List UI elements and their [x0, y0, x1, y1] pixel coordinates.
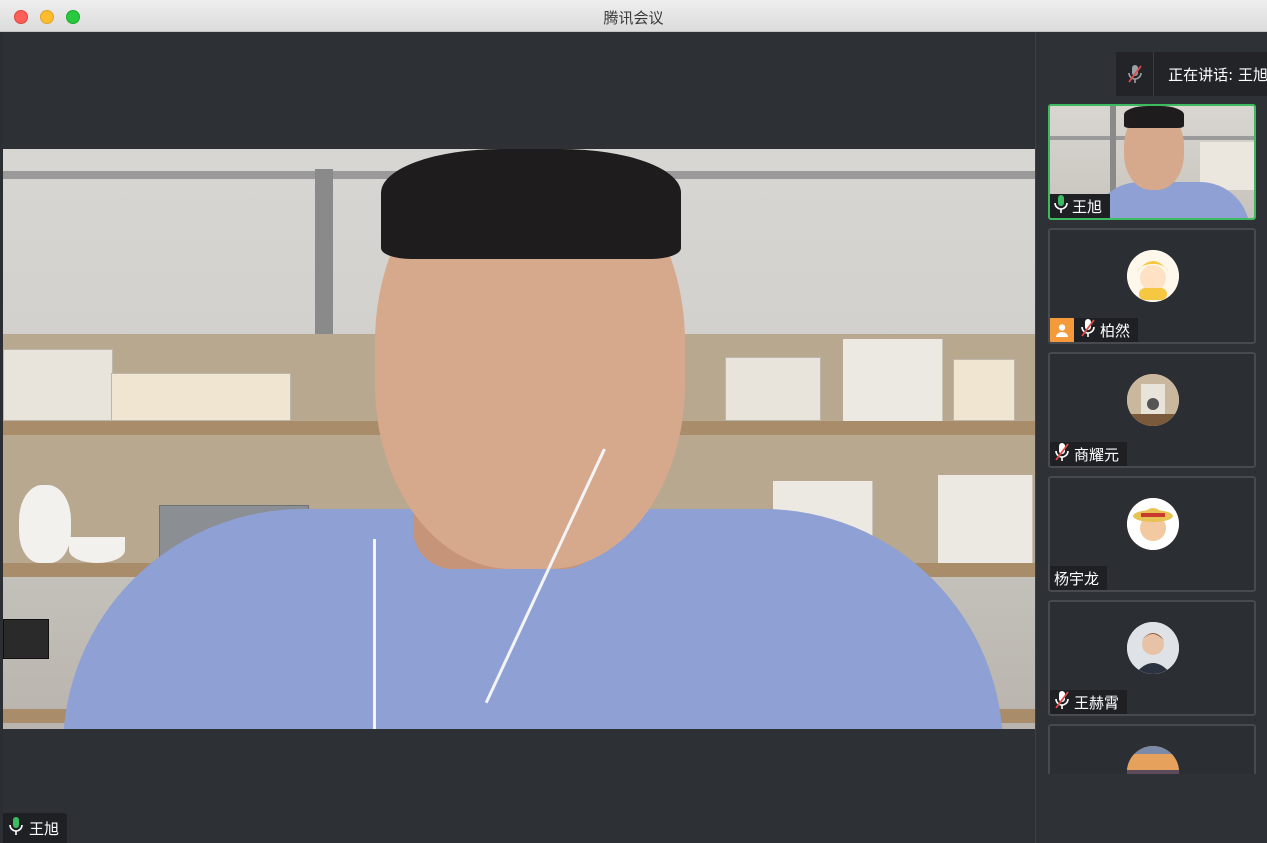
participant-tile[interactable]: 杨宇龙 [1048, 476, 1256, 592]
title-bar: 腾讯会议 [0, 0, 1267, 32]
cat-window-avatar [1127, 374, 1179, 426]
storage-box [953, 359, 1015, 421]
storage-box [725, 357, 821, 421]
sunset-sky-avatar [1127, 746, 1179, 774]
participant-name: 王赫霄 [1074, 693, 1120, 712]
participant-tile[interactable]: 柏然 [1048, 228, 1256, 344]
main-speaker-video [3, 149, 1035, 729]
meeting-window: 腾讯会议 王旭 正在讲话: 王旭 王旭 柏然 商耀元 杨宇龙 王赫霄 [0, 0, 1267, 843]
window-title: 腾讯会议 [603, 9, 664, 27]
speaking-indicator: 正在讲话: 王旭 [1116, 52, 1267, 96]
participant-name: 王旭 [1072, 197, 1103, 216]
mic-muted-icon [1054, 443, 1070, 465]
main-speaker-name-tag: 王旭 [3, 813, 68, 843]
man-portrait-avatar [1127, 622, 1179, 674]
participant-tile[interactable]: 商耀元 [1048, 352, 1256, 468]
participant-name-tag: 杨宇龙 [1050, 566, 1108, 590]
main-speaker-name: 王旭 [29, 819, 60, 838]
participant-tile[interactable] [1048, 724, 1256, 774]
participant-name: 商耀元 [1074, 445, 1120, 464]
mic-muted-icon [1080, 319, 1096, 341]
vase [19, 485, 71, 563]
camera [3, 619, 49, 659]
mic-muted-icon[interactable] [1116, 52, 1155, 96]
participant-name-tag: 王赫霄 [1050, 690, 1128, 714]
mic-icon [1054, 195, 1068, 217]
storage-box [111, 373, 291, 421]
participant-name-tag: 柏然 [1050, 318, 1139, 342]
participant-name: 杨宇龙 [1054, 569, 1100, 588]
participant-name: 柏然 [1100, 321, 1131, 340]
storage-box [3, 349, 113, 421]
straw-hat-cartoon-avatar [1127, 498, 1179, 550]
cartoon-girl-avatar [1127, 250, 1179, 302]
earphone-cable [373, 539, 376, 729]
person-hair [381, 149, 681, 259]
host-user-icon [1050, 318, 1074, 342]
participant-sidebar: 正在讲话: 王旭 王旭 柏然 商耀元 杨宇龙 王赫霄 [1035, 32, 1267, 843]
mic-muted-icon [1054, 691, 1070, 713]
participant-tile[interactable]: 王赫霄 [1048, 600, 1256, 716]
speaking-label: 正在讲话: 王旭 [1168, 65, 1267, 84]
books [843, 339, 943, 421]
participant-name-tag: 商耀元 [1050, 442, 1128, 466]
main-video-stage[interactable] [3, 32, 1035, 843]
bowl [69, 537, 125, 563]
participant-tile[interactable]: 王旭 [1048, 104, 1256, 220]
participant-name-tag: 王旭 [1050, 194, 1111, 218]
books [938, 475, 1033, 563]
mic-icon [9, 817, 23, 839]
